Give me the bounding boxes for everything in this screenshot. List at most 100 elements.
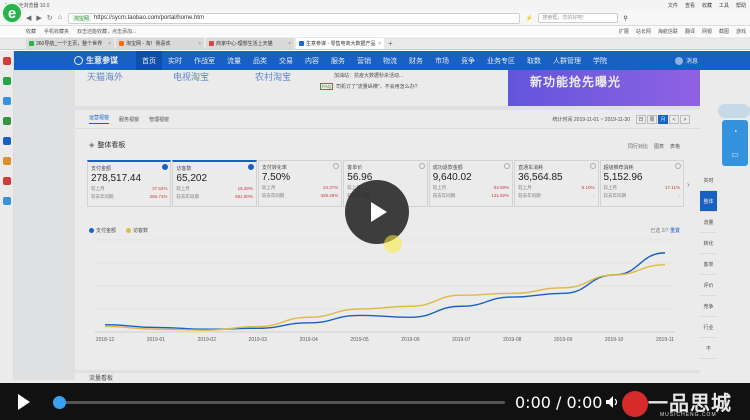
search-icon[interactable]: ⚲ [623,15,627,22]
nav-item[interactable]: 物流 [377,51,403,70]
series-line-0[interactable] [104,252,666,330]
close-icon[interactable]: × [108,41,114,47]
date-button[interactable]: < [669,115,679,124]
toolbar-item[interactable]: 站长网 [636,28,651,35]
progress-knob[interactable] [53,396,66,409]
message-icon[interactable]: ▭ [731,150,739,159]
title-menu-item[interactable]: 查看 [685,2,695,9]
lightning-icon[interactable]: ⚡ [526,15,533,22]
metric-card[interactable]: 成功退款金额 9,640.02 较上月 82.80% 较去年同期 121.92% [428,160,514,207]
close-icon[interactable]: × [288,41,294,47]
date-button[interactable]: > [680,115,690,124]
close-icon[interactable]: × [198,41,204,47]
view-tool[interactable]: 同行对比 [628,143,648,150]
more-icon[interactable] [3,197,11,205]
banner-link-rural-taobao[interactable]: 农村淘宝 [255,70,291,83]
nav-item[interactable]: 财务 [403,51,429,70]
nav-item[interactable]: 取数 [521,51,547,70]
anchor-nav-item[interactable]: 不 [700,338,717,359]
brand[interactable]: 生意参谋 [74,55,118,66]
nav-item[interactable]: 交易 [273,51,299,70]
nav-item[interactable]: 业务专区 [481,51,521,70]
toolbar-item[interactable]: 网银 [702,28,712,35]
view-tool[interactable]: 表格 [670,143,680,150]
app-icon[interactable] [3,77,11,85]
checkbox-icon[interactable] [418,163,425,169]
metric-card[interactable]: 超级推荐消耗 5,152.96 较上月 17.11% 较去年同期 - [599,160,684,207]
title-menu-item[interactable]: 收藏 [702,2,712,9]
checkbox-icon[interactable] [674,163,681,169]
series-line-1[interactable] [104,264,666,331]
video-icon[interactable] [3,177,11,185]
forward-icon[interactable]: ▶ [36,14,41,22]
metric-card[interactable]: 支付金额 278,517.44 较上月 37.52% 较去年同期 266.71% [87,160,172,207]
store-icon[interactable] [3,157,11,165]
checkbox-icon[interactable] [589,163,596,169]
toolbar-item[interactable]: 翻译 [685,28,695,35]
title-menu-item[interactable]: 文件 [668,2,678,9]
nav-item[interactable]: 竞争 [455,51,481,70]
browser-logo-icon[interactable]: e [1,2,23,24]
nav-item[interactable]: 内容 [299,51,325,70]
anchor-nav-item[interactable]: 整体 [700,191,717,212]
browser-tab[interactable]: 生意参谋 - 零售电商大数据产品 × [296,38,384,49]
anchor-nav-item[interactable]: 行业 [700,317,717,338]
nav-item[interactable]: 学院 [587,51,613,70]
checkbox-icon[interactable] [333,163,340,169]
progress-track[interactable] [55,401,505,404]
promo-banner[interactable]: 新功能抢先曝光 [508,70,700,106]
nav-item[interactable]: 品类 [247,51,273,70]
bookmark-item[interactable]: 双击还能收藏，点击添加... [77,28,136,35]
bookmark-item[interactable]: 收藏 [26,28,36,35]
view-tab[interactable]: 运营视窗 [89,114,110,124]
bell-icon[interactable]: ◔ [733,127,738,136]
browser-tab[interactable]: 商家中心-理想生活上天猫 × [206,38,294,49]
faq-line-1[interactable]: 加油站：抗疫大数据秒杀活动... [320,72,403,79]
nav-item[interactable]: 服务 [325,51,351,70]
date-button[interactable]: 月 [658,115,668,124]
play-icon[interactable] [18,393,30,410]
nav-item[interactable]: 人群管理 [547,51,587,70]
chat-icon[interactable] [3,117,11,125]
title-menu-item[interactable]: 帮助 [736,2,746,9]
anchor-nav-item[interactable]: 客单 [700,254,717,275]
user-menu[interactable]: 消息 [674,56,698,65]
date-button[interactable]: 周 [647,115,657,124]
bookmark-item[interactable]: 手机收藏夹 [44,28,69,35]
browser-tab[interactable]: 360导航_一个主页，整个世界 × [26,38,114,49]
url-input[interactable]: 淘宝网 https://sycm.taobao.com/portal/home.… [67,12,520,24]
view-tab[interactable]: 管理视窗 [149,116,169,123]
view-tool[interactable]: 图表 [654,143,664,150]
close-icon[interactable]: × [378,41,384,47]
checkbox-icon[interactable] [504,163,511,169]
checkbox-icon[interactable] [162,164,169,170]
checkbox-icon[interactable] [247,164,254,170]
anchor-nav-item[interactable]: 流量 [700,212,717,233]
anchor-nav-item[interactable]: 评价 [700,275,717,296]
nav-item[interactable]: 作战室 [188,51,221,70]
big-play-button[interactable] [345,180,409,244]
nav-item[interactable]: 流量 [221,51,247,70]
home-icon[interactable]: ⌂ [58,14,62,22]
nav-item[interactable]: 营销 [351,51,377,70]
back-icon[interactable]: ◀ [26,14,31,22]
anchor-nav-item[interactable]: 竞争 [700,296,717,317]
weibo-icon[interactable] [3,57,11,65]
search-input[interactable]: 搜索框，您的好吧! [538,13,619,23]
nav-item[interactable]: 首页 [136,51,162,70]
mail-icon[interactable] [3,97,11,105]
metric-card[interactable]: 支付转化率 7.50% 较上月 24.37% 较去年同期 328.49% [257,160,343,207]
browser-tab[interactable]: 淘宝网 - 淘！我喜欢 × [116,38,204,49]
nav-item[interactable]: 市场 [429,51,455,70]
faq-line-2[interactable]: FAQ 司机订了"流量纵横"，不会用怎么办? [320,83,417,90]
banner-link-tmall-overseas[interactable]: 天猫海外 [87,70,123,83]
banner-link-tv-taobao[interactable]: 电视淘宝 [173,70,209,83]
view-tab[interactable]: 服务视窗 [119,116,139,123]
nav-item[interactable]: 实时 [162,51,188,70]
toolbar-item[interactable]: 海航信联 [658,28,678,35]
toolbar-item[interactable]: 扩展 [619,28,629,35]
metric-card[interactable]: 访客数 65,202 较上月 15.38% 较去年同期 591.80% [172,160,257,207]
title-menu-item[interactable]: 工具 [719,2,729,9]
game-icon[interactable] [3,137,11,145]
metric-card[interactable]: 直通车消耗 36,564.85 较上月 6.10% 较去年同期 - [514,160,599,207]
